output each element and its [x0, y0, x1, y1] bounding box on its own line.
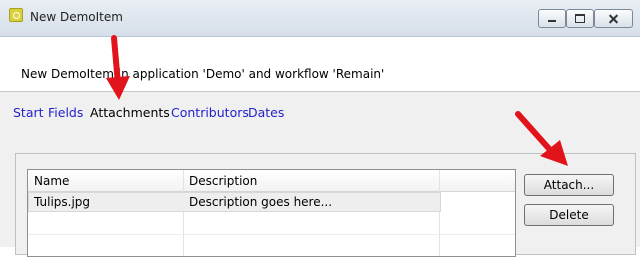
cell-description: Description goes here...: [189, 195, 333, 209]
close-button[interactable]: [594, 9, 633, 28]
cell-name: Tulips.jpg: [34, 195, 91, 209]
column-header-name[interactable]: Name: [34, 174, 69, 188]
attach-button[interactable]: Attach...: [524, 174, 614, 196]
tab-attachments[interactable]: Attachments: [90, 105, 170, 120]
header-description: New DemoItem in application 'Demo' and w…: [21, 67, 385, 81]
dialog-window: New DemoItem New DemoItem in application…: [0, 0, 640, 257]
window-title: New DemoItem: [30, 10, 123, 24]
tab-fields[interactable]: Fields: [48, 105, 83, 120]
app-icon: [9, 8, 23, 22]
column-header-description[interactable]: Description: [189, 174, 257, 188]
tab-contributors[interactable]: Contributors: [171, 105, 249, 120]
tab-dates[interactable]: Dates: [248, 105, 284, 120]
table-header: Name Description: [28, 170, 515, 192]
tab-start[interactable]: Start: [13, 105, 44, 120]
annotation-arrow-icon: [106, 35, 130, 100]
annotation-arrow-icon: [515, 111, 568, 166]
delete-button[interactable]: Delete: [524, 204, 614, 226]
dialog-header: New DemoItem in application 'Demo' and w…: [0, 37, 640, 92]
row-separator: [28, 234, 515, 235]
attachments-table[interactable]: Name Description Tulips.jpg Description …: [27, 169, 516, 257]
maximize-button[interactable]: [566, 9, 594, 28]
minimize-button[interactable]: [538, 9, 566, 28]
title-bar[interactable]: New DemoItem: [0, 0, 640, 37]
column-divider: [183, 170, 184, 256]
column-divider: [439, 170, 440, 256]
attachments-panel: Name Description Tulips.jpg Description …: [15, 153, 636, 257]
table-row[interactable]: Tulips.jpg Description goes here...: [28, 192, 515, 212]
